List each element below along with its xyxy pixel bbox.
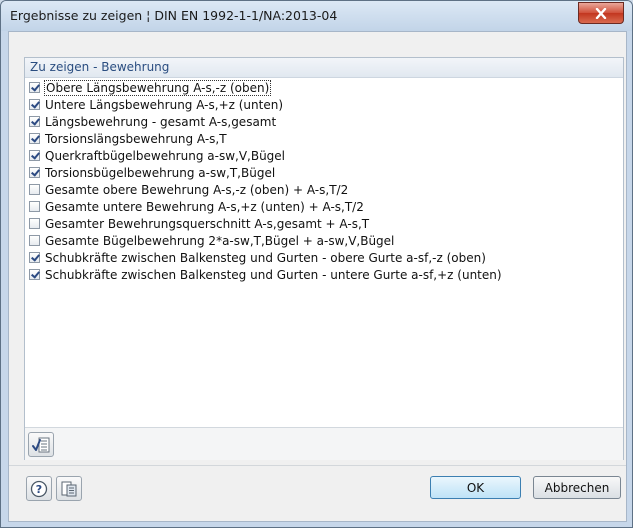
select-all-icon <box>32 437 50 452</box>
list-item[interactable]: Gesamte obere Bewehrung A-s,-z (oben) + … <box>25 181 623 198</box>
list-item[interactable]: Längsbewehrung - gesamt A-s,gesamt <box>25 113 623 130</box>
title-bar[interactable]: Ergebnisse zu zeigen ¦ DIN EN 1992-1-1/N… <box>1 1 632 31</box>
list-item-label: Schubkräfte zwischen Balkensteg und Gurt… <box>45 267 502 282</box>
checkbox-checked[interactable] <box>29 252 40 263</box>
checkbox-checked[interactable] <box>29 269 40 280</box>
list-item-label: Gesamte obere Bewehrung A-s,-z (oben) + … <box>45 182 349 197</box>
list-item[interactable]: Obere Längsbewehrung A-s,-z (oben) <box>25 79 623 96</box>
list-item[interactable]: Schubkräfte zwischen Balkensteg und Gurt… <box>25 266 623 283</box>
list-item-label: Querkraftbügelbewehrung a-sw,V,Bügel <box>45 148 286 163</box>
list-item[interactable]: Gesamter Bewehrungsquerschnitt A-s,gesam… <box>25 215 623 232</box>
checkbox-checked[interactable] <box>29 99 40 110</box>
checkbox-unchecked[interactable] <box>29 201 40 212</box>
select-all-button[interactable] <box>28 432 54 457</box>
list-item-label: Obere Längsbewehrung A-s,-z (oben) <box>43 79 272 96</box>
list-item-label: Gesamter Bewehrungsquerschnitt A-s,gesam… <box>45 216 370 231</box>
svg-text:?: ? <box>36 483 42 496</box>
cancel-button[interactable]: Abbrechen <box>533 476 621 499</box>
button-separator <box>9 465 626 466</box>
checkbox-checked[interactable] <box>29 167 40 178</box>
help-button[interactable]: ? <box>26 476 52 501</box>
checkbox-unchecked[interactable] <box>29 184 40 195</box>
group-title: Zu zeigen - Bewehrung <box>30 60 170 74</box>
settings-icon <box>61 481 77 496</box>
checkbox-checked[interactable] <box>29 116 40 127</box>
list-item-label: Torsionsbügelbewehrung a-sw,T,Bügel <box>45 165 276 180</box>
list-item[interactable]: Torsionsbügelbewehrung a-sw,T,Bügel <box>25 164 623 181</box>
checkbox-checked[interactable] <box>29 133 40 144</box>
help-icon: ? <box>30 480 48 497</box>
group-header: Zu zeigen - Bewehrung <box>25 58 623 78</box>
list-item[interactable]: Untere Längsbewehrung A-s,+z (unten) <box>25 96 623 113</box>
close-icon <box>595 7 607 19</box>
group-toolbar <box>25 427 623 460</box>
reinforcement-group: Zu zeigen - Bewehrung Obere Längsbewehru… <box>24 57 624 460</box>
list-item[interactable]: Gesamte untere Bewehrung A-s,+z (unten) … <box>25 198 623 215</box>
list-item-label: Schubkräfte zwischen Balkensteg und Gurt… <box>45 250 486 265</box>
list-item[interactable]: Querkraftbügelbewehrung a-sw,V,Bügel <box>25 147 623 164</box>
checkbox-checked[interactable] <box>29 150 40 161</box>
window-title: Ergebnisse zu zeigen ¦ DIN EN 1992-1-1/N… <box>10 8 338 23</box>
dialog-window: Ergebnisse zu zeigen ¦ DIN EN 1992-1-1/N… <box>0 0 633 528</box>
list-item-label: Gesamte untere Bewehrung A-s,+z (unten) … <box>45 199 364 214</box>
checkbox-unchecked[interactable] <box>29 218 40 229</box>
reinforcement-list: Obere Längsbewehrung A-s,-z (oben) Untere… <box>25 79 623 283</box>
dialog-client-area: Zu zeigen - Bewehrung Obere Längsbewehru… <box>8 31 627 522</box>
list-item-label: Längsbewehrung - gesamt A-s,gesamt <box>45 114 277 129</box>
checkbox-checked[interactable] <box>29 82 40 93</box>
ok-button[interactable]: OK <box>430 476 521 499</box>
list-item[interactable]: Schubkräfte zwischen Balkensteg und Gurt… <box>25 249 623 266</box>
checkbox-unchecked[interactable] <box>29 235 40 246</box>
list-item-label: Gesamte Bügelbewehrung 2*a-sw,T,Bügel + … <box>45 233 395 248</box>
list-item-label: Untere Längsbewehrung A-s,+z (unten) <box>45 97 284 112</box>
settings-button[interactable] <box>56 476 82 501</box>
list-item[interactable]: Gesamte Bügelbewehrung 2*a-sw,T,Bügel + … <box>25 232 623 249</box>
list-item-label: Torsionslängsbewehrung A-s,T <box>45 131 227 146</box>
list-item[interactable]: Torsionslängsbewehrung A-s,T <box>25 130 623 147</box>
close-button[interactable] <box>578 2 624 24</box>
